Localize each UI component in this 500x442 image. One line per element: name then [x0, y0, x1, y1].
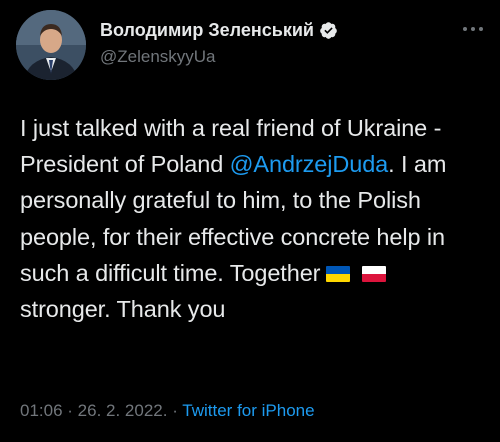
meta-separator: ·	[62, 401, 78, 420]
author-handle[interactable]: @ZelenskyyUa	[100, 47, 216, 67]
tweet-source-link[interactable]: Twitter for iPhone	[182, 401, 314, 420]
more-options-icon[interactable]	[462, 24, 484, 34]
meta-separator: ·	[167, 401, 183, 420]
tweet-date[interactable]: 26. 2. 2022.	[78, 401, 168, 420]
mention-link[interactable]: @AndrzejDuda	[230, 151, 389, 177]
avatar[interactable]	[16, 10, 86, 80]
verified-badge-icon	[320, 22, 337, 39]
tweet-text-part3: stronger. Thank you	[20, 296, 226, 323]
tweet-card: Володимир Зеленський @ZelenskyyUa I just…	[0, 0, 500, 442]
avatar-image	[16, 10, 86, 80]
tweet-time[interactable]: 01:06	[20, 401, 63, 420]
author-display-name[interactable]: Володимир Зеленський	[100, 20, 314, 41]
author-name-row: Володимир Зеленський	[100, 20, 338, 41]
poland-flag-icon	[362, 265, 387, 282]
ukraine-flag-icon	[326, 265, 351, 282]
tweet-meta: 01:06 · 26. 2. 2022. · Twitter for iPhon…	[20, 401, 315, 421]
tweet-text: I just talked with a real friend of Ukra…	[20, 110, 490, 327]
